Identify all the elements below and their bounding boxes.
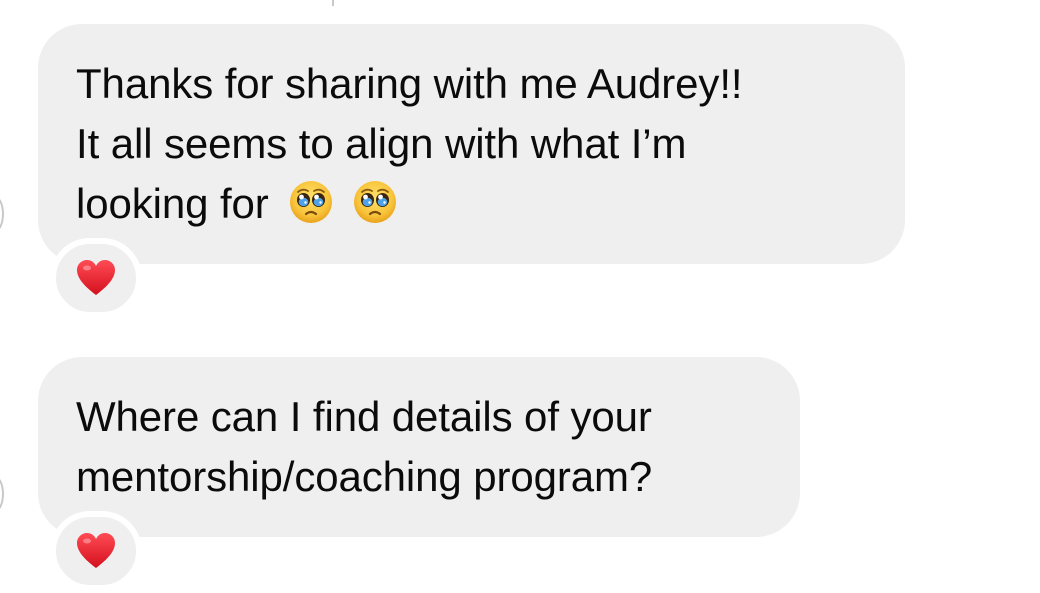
message-text-line: mentorship/coaching program? xyxy=(76,453,653,500)
message-text-line: looking for xyxy=(76,174,865,234)
message-text-line: Thanks for sharing with me Audrey!! xyxy=(76,60,743,107)
avatar[interactable] xyxy=(0,476,4,512)
message-bubble[interactable]: Thanks for sharing with me Audrey!! It a… xyxy=(38,24,905,264)
avatar[interactable] xyxy=(0,196,4,232)
heart-icon xyxy=(77,533,115,568)
heart-reaction[interactable] xyxy=(50,238,142,318)
message-text-line: It all seems to align with what I’m xyxy=(76,120,687,167)
message-thread: Thanks for sharing with me Audrey!! It a… xyxy=(0,0,1040,593)
heart-reaction[interactable] xyxy=(50,511,142,591)
message-text-line: Where can I find details of your xyxy=(76,393,652,440)
pleading-face-emoji-icon xyxy=(289,180,333,224)
message-text: looking for xyxy=(76,180,269,227)
message-bubble[interactable]: Where can I find details of your mentors… xyxy=(38,357,800,537)
divider-tick xyxy=(332,0,334,6)
pleading-face-emoji-icon xyxy=(353,180,397,224)
heart-icon xyxy=(77,260,115,295)
